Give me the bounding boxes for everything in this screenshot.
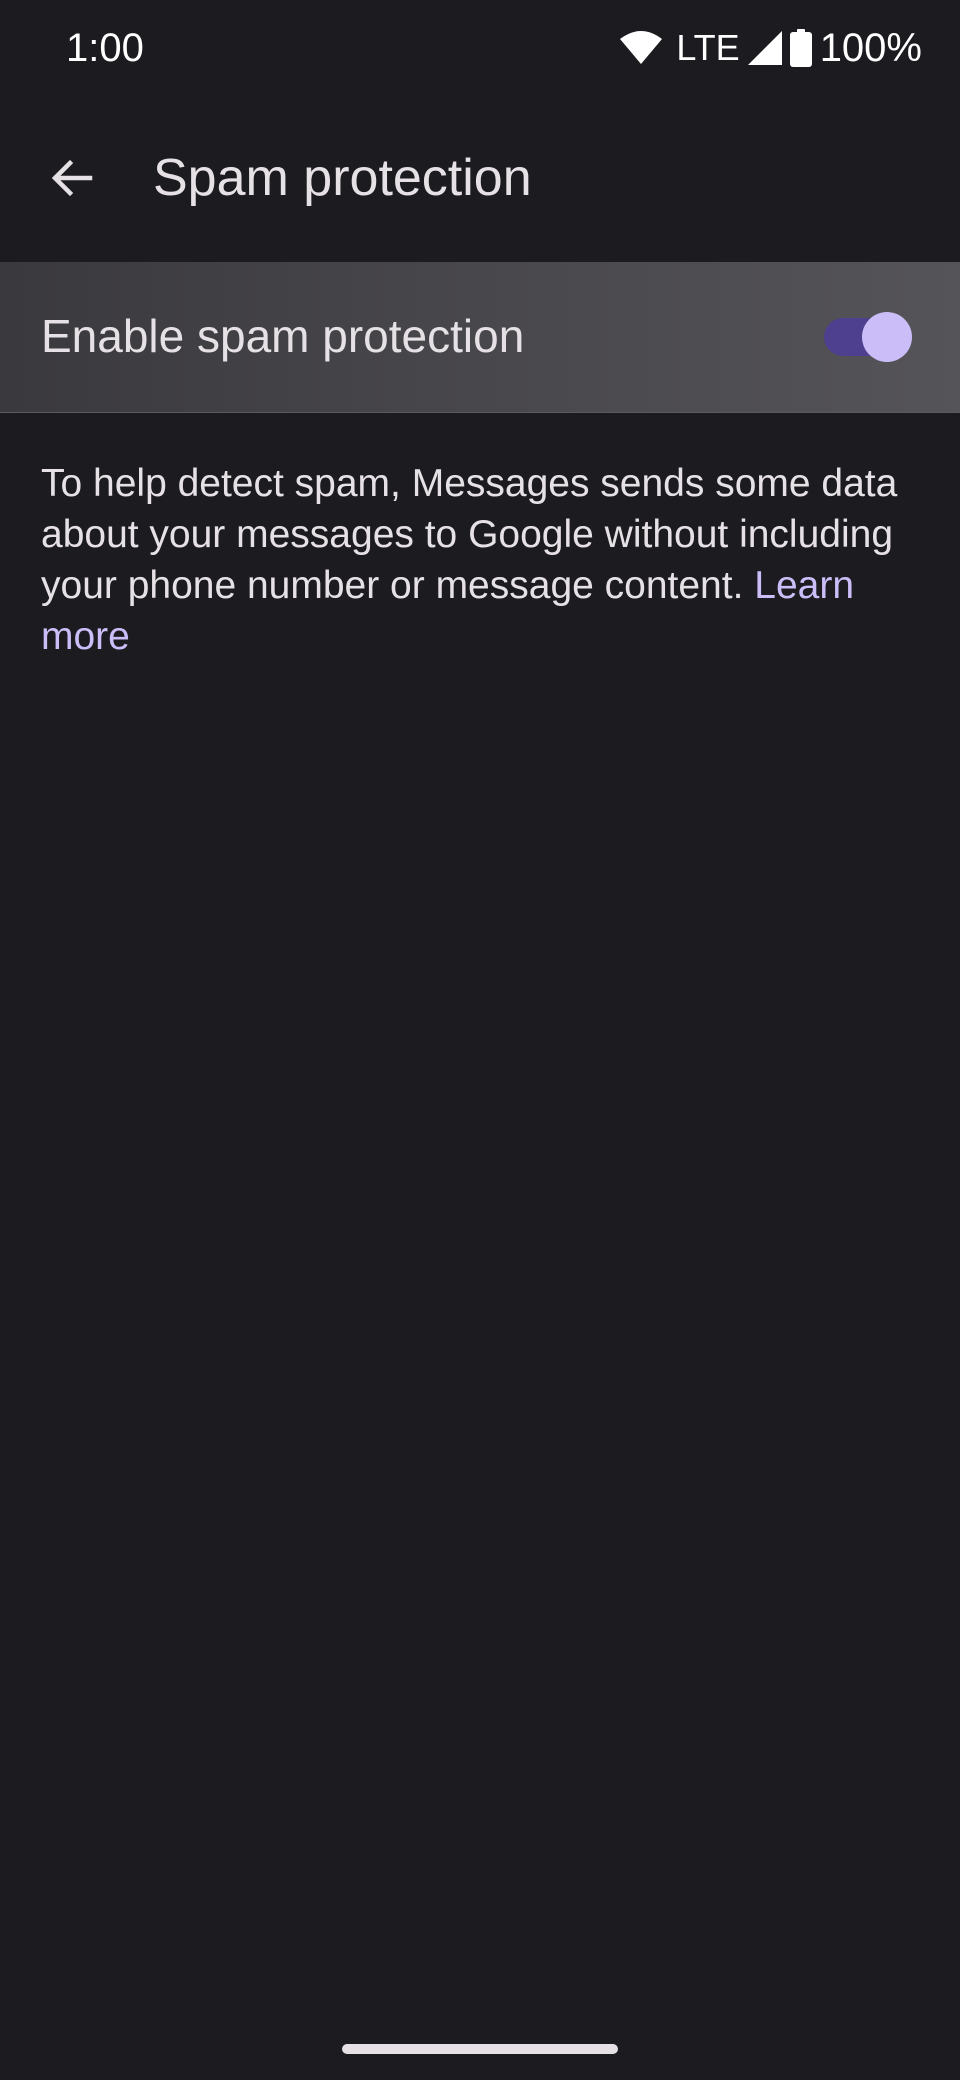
status-bar: 1:00 LTE 100% [0,0,960,100]
arrow-back-icon [51,159,93,197]
spam-protection-screen: 1:00 LTE 100% Spam protection Enable spa… [0,0,960,2080]
back-button[interactable] [36,142,108,214]
battery-percentage: 100% [819,26,922,70]
wifi-icon [620,31,663,65]
status-time: 1:00 [66,26,144,70]
switch-thumb [862,312,912,362]
cellular-signal-icon [747,31,782,65]
battery-icon [789,29,812,67]
spam-protection-description: To help detect spam, Messages sends some… [41,458,921,662]
enable-spam-protection-row[interactable]: Enable spam protection [0,262,960,413]
status-icons: LTE 100% [620,24,922,72]
spam-protection-switch[interactable] [824,312,912,362]
app-bar: Spam protection [0,100,960,260]
gesture-navigation-handle[interactable] [342,2044,618,2054]
network-type: LTE [676,27,740,68]
page-title: Spam protection [153,149,532,207]
enable-spam-protection-label: Enable spam protection [41,310,525,362]
